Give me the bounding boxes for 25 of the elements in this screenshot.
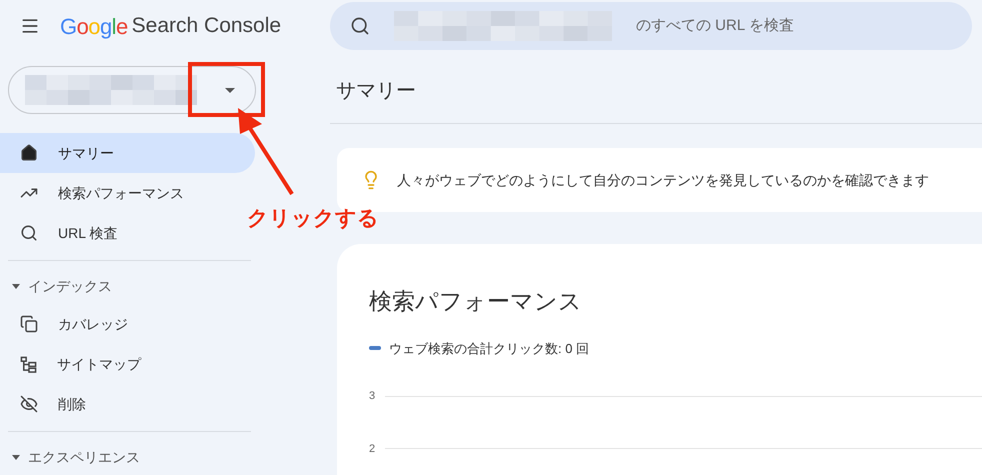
google-wordmark: Google xyxy=(60,12,128,41)
nav-item[interactable]: カバレッジ xyxy=(0,304,255,344)
section-header[interactable]: インデックス xyxy=(0,268,330,304)
search-input[interactable]: のすべての URL を検査 xyxy=(636,14,972,38)
nav-item[interactable]: サイトマップ xyxy=(0,344,255,384)
eye-off-icon xyxy=(20,395,38,413)
search-icon xyxy=(350,16,370,36)
nav-item[interactable]: サマリー xyxy=(0,133,255,173)
collapse-caret-icon xyxy=(12,284,20,288)
axis-label: 2 xyxy=(369,442,376,456)
sitemap-icon xyxy=(20,356,37,372)
section-header[interactable]: エクスペリエンス xyxy=(0,439,330,475)
page-title: サマリー xyxy=(336,79,417,104)
dropdown-caret-icon xyxy=(225,88,235,92)
card-title: 検索パフォーマンス xyxy=(369,287,583,316)
product-name: Search Console xyxy=(132,13,282,40)
legend-label: ウェブ検索の合計クリック数: 0 回 xyxy=(389,340,590,358)
tip-text: 人々がウェブでどのようにして自分のコンテンツを発見しているのかを確認できます xyxy=(397,170,929,190)
search-icon xyxy=(20,224,38,242)
pages-icon xyxy=(20,315,38,333)
axis-label: 3 xyxy=(369,389,376,404)
collapse-caret-icon xyxy=(12,454,20,460)
nav-item[interactable]: 削除 xyxy=(0,384,255,424)
property-selector[interactable] xyxy=(8,66,256,114)
home-icon xyxy=(20,144,38,162)
